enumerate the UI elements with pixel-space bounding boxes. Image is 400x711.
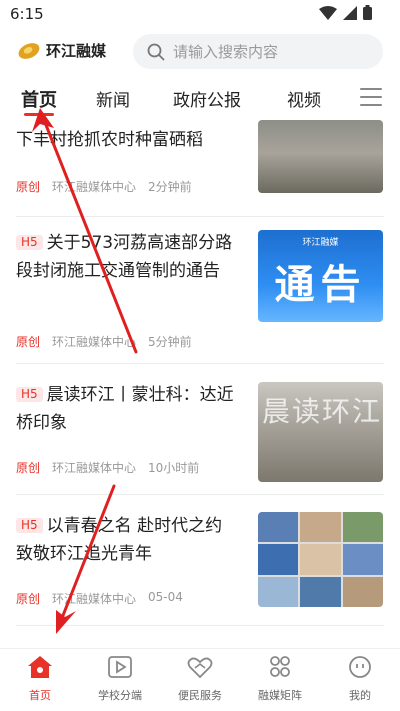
item-time: 05-04 — [148, 590, 183, 604]
logo-icon — [16, 39, 42, 62]
status-bar: 6:15 — [0, 0, 400, 28]
heart-hands-icon — [186, 653, 214, 681]
home-icon — [26, 653, 54, 681]
tab-news[interactable]: 新闻 — [96, 86, 130, 111]
item-title-text: 晨读环江丨蒙壮科：达近桥印象 — [16, 385, 234, 433]
nav-profile[interactable]: 我的 — [320, 653, 400, 703]
nav-home[interactable]: 首页 — [0, 653, 80, 703]
original-tag: 原创 — [16, 180, 41, 194]
play-icon — [106, 653, 134, 681]
item-thumbnail: 环江融媒 通告 — [258, 230, 383, 322]
nav-label: 学校分端 — [98, 689, 142, 702]
list-item[interactable]: 下丰村抢抓农时种富硒稻 原创 环江融媒体中心 2分钟前 — [0, 120, 400, 221]
item-thumbnail — [258, 120, 383, 193]
nav-label: 便民服务 — [178, 689, 222, 702]
wifi-icon — [319, 5, 337, 20]
original-tag: 原创 — [16, 592, 41, 606]
item-meta: 原创 环江融媒体中心 2分钟前 — [16, 178, 192, 195]
item-meta: 原创 环江融媒体中心 5分钟前 — [16, 333, 192, 350]
nav-school[interactable]: 学校分端 — [80, 653, 160, 703]
nav-services[interactable]: 便民服务 — [160, 653, 240, 703]
item-thumbnail: 晨读环江 — [258, 382, 383, 482]
list-item[interactable]: H5 关于573河荔高速部分路段封闭施工交通管制的通告 原创 环江融媒体中心 5分… — [0, 217, 400, 350]
item-source: 环江融媒体中心 — [52, 335, 137, 349]
original-tag: 原创 — [16, 335, 41, 349]
thumb-notice-text: 通告 — [274, 262, 367, 308]
divider — [16, 625, 384, 626]
search-icon — [147, 43, 165, 60]
active-tab-indicator — [24, 113, 54, 116]
bottom-nav: 首页 学校分端 便民服务 融媒矩阵 我的 — [0, 648, 400, 711]
original-tag: 原创 — [16, 461, 41, 475]
item-title-text: 以青春之名 赴时代之约 致敬环江追光青年 — [16, 516, 223, 564]
item-title: H5 以青春之名 赴时代之约 致敬环江追光青年 — [16, 512, 244, 568]
search-bar[interactable]: 请输入搜索内容 — [133, 34, 383, 69]
category-tabs: 首页 新闻 政府公报 视频 — [0, 80, 400, 118]
nav-label: 融媒矩阵 — [258, 689, 302, 702]
tab-home[interactable]: 首页 — [21, 86, 57, 112]
app-logo[interactable]: 环江融媒 — [16, 39, 107, 62]
app-header: 环江融媒 请输入搜索内容 — [0, 30, 400, 74]
item-source: 环江融媒体中心 — [52, 180, 137, 194]
h5-badge: H5 — [16, 387, 43, 402]
nav-label: 我的 — [349, 689, 371, 702]
item-meta: 原创 环江融媒体中心 05-04 — [16, 590, 183, 607]
logo-text: 环江融媒 — [46, 42, 107, 60]
grid-icon — [266, 653, 294, 681]
item-title: H5 关于573河荔高速部分路段封闭施工交通管制的通告 — [16, 229, 244, 285]
list-item[interactable]: H5 晨读环江丨蒙壮科：达近桥印象 原创 环江融媒体中心 10小时前 晨读环江 — [0, 364, 400, 494]
item-title-text: 关于573河荔高速部分路段封闭施工交通管制的通告 — [16, 233, 233, 281]
h5-badge: H5 — [16, 518, 43, 533]
thumb-overlay-text: 晨读环江 — [262, 395, 383, 428]
item-source: 环江融媒体中心 — [52, 461, 137, 475]
battery-icon — [363, 5, 372, 20]
item-time: 2分钟前 — [148, 180, 192, 194]
status-icons — [319, 5, 372, 20]
item-source: 环江融媒体中心 — [52, 592, 137, 606]
nav-media-matrix[interactable]: 融媒矩阵 — [240, 653, 320, 703]
tab-gov-bulletin[interactable]: 政府公报 — [173, 86, 241, 111]
search-placeholder: 请输入搜索内容 — [173, 43, 279, 61]
item-thumbnail — [258, 512, 383, 607]
nav-label: 首页 — [29, 689, 51, 702]
smile-icon — [346, 653, 374, 681]
item-time: 10小时前 — [148, 461, 200, 475]
status-time: 6:15 — [10, 5, 44, 23]
item-meta: 原创 环江融媒体中心 10小时前 — [16, 459, 199, 476]
item-time: 5分钟前 — [148, 335, 192, 349]
item-title: H5 晨读环江丨蒙壮科：达近桥印象 — [16, 381, 244, 437]
more-channels-icon[interactable] — [360, 88, 382, 106]
list-item[interactable]: H5 以青春之名 赴时代之约 致敬环江追光青年 原创 环江融媒体中心 05-04 — [0, 495, 400, 625]
signal-icon — [343, 5, 357, 20]
item-title: 下丰村抢抓农时种富硒稻 — [16, 130, 203, 150]
thumb-logo-text: 环江融媒 — [302, 238, 339, 248]
news-feed[interactable]: 下丰村抢抓农时种富硒稻 原创 环江融媒体中心 2分钟前 H5 关于573河荔高速部… — [0, 120, 400, 648]
tab-video[interactable]: 视频 — [287, 86, 321, 111]
h5-badge: H5 — [16, 235, 43, 250]
